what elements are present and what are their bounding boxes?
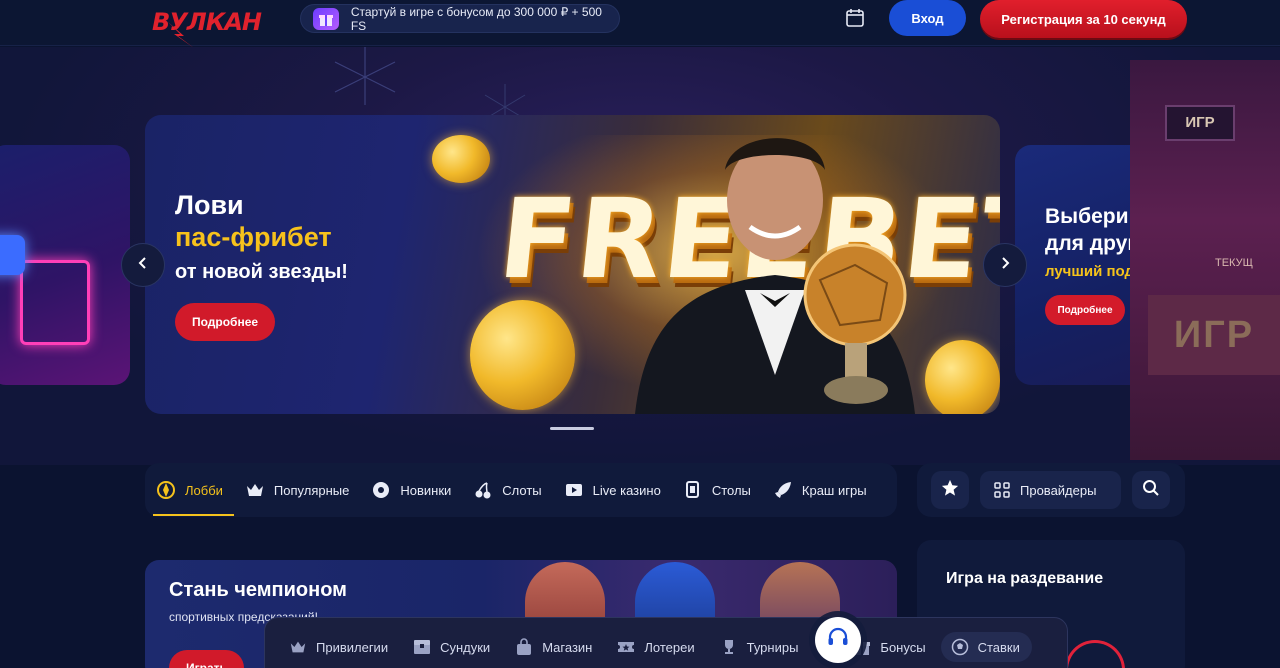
welcome-bonus-promo[interactable]: Стартуй в игре с бонусом до 300 000 ₽ + …	[300, 4, 620, 33]
slide-more-button[interactable]: Подробнее	[175, 303, 275, 341]
support-chat-button[interactable]	[815, 617, 861, 663]
bottom-bets-label: Ставки	[977, 639, 1020, 655]
star-icon	[941, 479, 959, 502]
calendar-icon[interactable]	[843, 6, 867, 30]
register-button[interactable]: Регистрация за 10 секунд	[980, 0, 1187, 38]
category-popular-label: Популярные	[273, 482, 350, 498]
grid-icon	[994, 482, 1010, 498]
chevron-left-icon	[137, 256, 149, 274]
bottom-lotteries-label: Лотереи	[644, 639, 695, 655]
gold-coin	[432, 135, 490, 183]
category-new[interactable]: Новинки	[360, 463, 462, 517]
category-lobby[interactable]: Лобби	[145, 463, 234, 517]
bottom-bonuses[interactable]: Бонусы	[853, 632, 926, 662]
slide-title-accent: пас-фрибет	[175, 222, 332, 252]
lobby-icon	[156, 480, 176, 500]
bottom-feature-bar: Привилегии Сундуки Магазин Лотереи Турни…	[264, 617, 1068, 668]
category-slots[interactable]: Слоты	[462, 463, 552, 517]
arcade-small-text: ТЕКУЩ	[1215, 257, 1253, 269]
champion-play-button[interactable]: Играть	[169, 650, 244, 668]
table-cards-icon	[683, 480, 703, 500]
rocket-icon	[773, 480, 793, 500]
bottom-privileges-label: Привилегии	[316, 639, 389, 655]
category-lobby-label: Лобби	[185, 482, 223, 498]
category-crash-games-label: Краш игры	[801, 482, 867, 498]
carousel-dot-active[interactable]	[550, 427, 594, 430]
game-category-nav: Лобби Популярные Новинки Слоты Live кази…	[145, 463, 897, 517]
bottom-tournaments-label: Турниры	[746, 639, 799, 655]
crown-icon	[289, 638, 307, 656]
bottom-shop[interactable]: Магазин	[515, 632, 592, 662]
slide-title: Лови	[175, 190, 244, 220]
arcade-sign-large: ИГР	[1148, 295, 1280, 375]
ticket-icon	[617, 638, 635, 656]
promo-text: Стартуй в игре с бонусом до 300 000 ₽ + …	[350, 4, 602, 33]
bottom-shop-label: Магазин	[542, 639, 593, 655]
chevron-right-icon	[999, 256, 1011, 274]
shop-bag-icon	[515, 638, 533, 656]
game-tools-bar: Провайдеры	[917, 463, 1185, 517]
category-tables[interactable]: Столы	[672, 463, 762, 517]
slide-subtitle: от новой звезды!	[175, 261, 348, 283]
carousel-indicator[interactable]	[550, 427, 594, 430]
category-crash-games[interactable]: Краш игры	[762, 463, 878, 517]
chest-icon	[413, 638, 431, 656]
slide-prev-preview[interactable]	[0, 145, 130, 385]
category-tables-label: Столы	[711, 482, 751, 498]
live-cards-icon	[564, 480, 584, 500]
bottom-privileges[interactable]: Привилегии	[289, 632, 388, 662]
hero-carousel: FREEBET Лови пас-фрибет от новой звезды!…	[0, 47, 1280, 465]
new-badge-icon	[371, 480, 391, 500]
vulkan-logo[interactable]: ВУЛКАН	[152, 4, 272, 48]
gold-coin	[925, 340, 1000, 414]
carousel-prev-button[interactable]	[121, 243, 165, 287]
soccer-ball-icon	[951, 638, 969, 656]
bottom-bets[interactable]: Ставки	[940, 632, 1032, 662]
gold-coin	[470, 300, 575, 410]
hero-slide-active[interactable]: FREEBET Лови пас-фрибет от новой звезды!…	[145, 115, 1000, 414]
carousel-next-button[interactable]	[983, 243, 1027, 287]
champion-title: Стань чемпионом	[169, 579, 347, 601]
bottom-lotteries[interactable]: Лотереи	[617, 632, 695, 662]
gift-icon	[313, 7, 339, 30]
site-header: ВУЛКАН Стартуй в игре с бонусом до 300 0…	[0, 0, 1280, 48]
search-button[interactable]	[1132, 471, 1170, 509]
favorites-button[interactable]	[931, 471, 969, 509]
side-slide-more-button[interactable]: Подробнее	[1045, 295, 1125, 325]
bottom-tournaments[interactable]: Турниры	[720, 632, 799, 662]
trophy-icon	[720, 638, 738, 656]
bottom-bonuses-label: Бонусы	[880, 639, 926, 655]
category-slots-label: Слоты	[502, 482, 542, 498]
login-button[interactable]: Вход	[889, 0, 966, 36]
bottom-chests-label: Сундуки	[440, 639, 491, 655]
providers-label: Провайдеры	[1020, 482, 1097, 498]
strip-game-title: Игра на раздевание	[946, 570, 1104, 587]
providers-button[interactable]: Провайдеры	[980, 471, 1121, 509]
crown-icon	[245, 480, 265, 500]
category-popular[interactable]: Популярные	[234, 463, 360, 517]
headset-icon	[826, 626, 850, 655]
category-new-label: Новинки	[400, 482, 452, 498]
arcade-sign: ИГР	[1165, 105, 1235, 141]
search-icon	[1142, 479, 1160, 502]
category-live-casino-label: Live казино	[592, 482, 661, 498]
category-live-casino[interactable]: Live казино	[553, 463, 672, 517]
bottom-chests[interactable]: Сундуки	[413, 632, 490, 662]
snowflake-decoration	[334, 47, 396, 105]
football-player-illustration	[635, 138, 915, 414]
cherry-icon	[473, 480, 493, 500]
